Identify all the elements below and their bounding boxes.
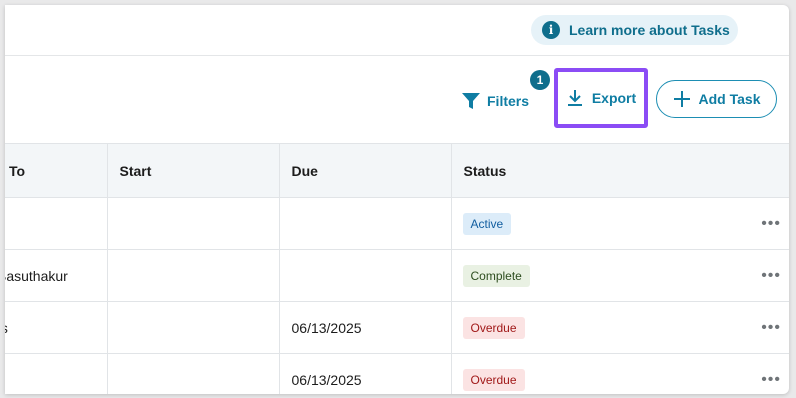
filters-label: Filters (487, 93, 530, 109)
start-cell (107, 249, 280, 302)
status-badge: Active (462, 212, 512, 235)
plus-icon (673, 91, 690, 107)
status-cell: Active ••• (451, 197, 789, 250)
due-cell: 06/13/2025 (279, 353, 452, 394)
column-header-due[interactable]: Due (279, 143, 452, 198)
table-row[interactable]: Basuthakur Complete ••• (5, 249, 789, 302)
export-label: Export (591, 90, 637, 106)
due-cell (279, 197, 452, 250)
assigned-cell: : (5, 197, 108, 250)
filter-icon (462, 93, 480, 109)
start-cell (107, 301, 280, 354)
more-options-icon[interactable]: ••• (761, 267, 781, 285)
status-cell: Complete ••• (451, 249, 789, 302)
table-header-row: To Start Due Status (5, 143, 789, 198)
assigned-cell: Basuthakur (5, 249, 108, 302)
due-cell: 06/13/2025 (279, 301, 452, 354)
status-badge: Overdue (462, 316, 525, 339)
tasks-table: To Start Due Status : Active ••• Basutha (5, 143, 789, 394)
column-header-status[interactable]: Status (451, 143, 789, 198)
status-cell: Overdue ••• (451, 353, 789, 394)
filters-button[interactable]: Filters (461, 89, 529, 113)
status-badge: Complete (462, 264, 530, 287)
add-task-label: Add Task (698, 91, 761, 107)
more-options-icon[interactable]: ••• (761, 215, 781, 233)
table-row[interactable]: : 06/13/2025 Overdue ••• (5, 353, 789, 394)
learn-more-link[interactable]: i Learn more about Tasks (531, 15, 738, 45)
assigned-cell: ts (5, 301, 108, 354)
column-header-start[interactable]: Start (107, 143, 280, 198)
export-button[interactable]: Export (554, 68, 648, 128)
toolbar: Filters 1 Export Add Task (5, 56, 789, 144)
table-row[interactable]: : Active ••• (5, 197, 789, 250)
assigned-cell: : (5, 353, 108, 394)
tasks-panel: i Learn more about Tasks Filters 1 Expor… (5, 5, 789, 394)
start-cell (107, 353, 280, 394)
more-options-icon[interactable]: ••• (761, 371, 781, 389)
status-cell: Overdue ••• (451, 301, 789, 354)
filter-count-badge: 1 (530, 70, 550, 90)
status-badge: Overdue (462, 368, 525, 391)
due-cell (279, 249, 452, 302)
info-icon: i (542, 21, 560, 39)
start-cell (107, 197, 280, 250)
top-bar: i Learn more about Tasks (5, 5, 789, 56)
column-header-assigned-to[interactable]: To (5, 143, 108, 198)
download-icon (567, 90, 582, 106)
more-options-icon[interactable]: ••• (761, 319, 781, 337)
add-task-button[interactable]: Add Task (656, 80, 777, 118)
table-row[interactable]: ts 06/13/2025 Overdue ••• (5, 301, 789, 354)
learn-more-label: Learn more about Tasks (569, 22, 730, 38)
